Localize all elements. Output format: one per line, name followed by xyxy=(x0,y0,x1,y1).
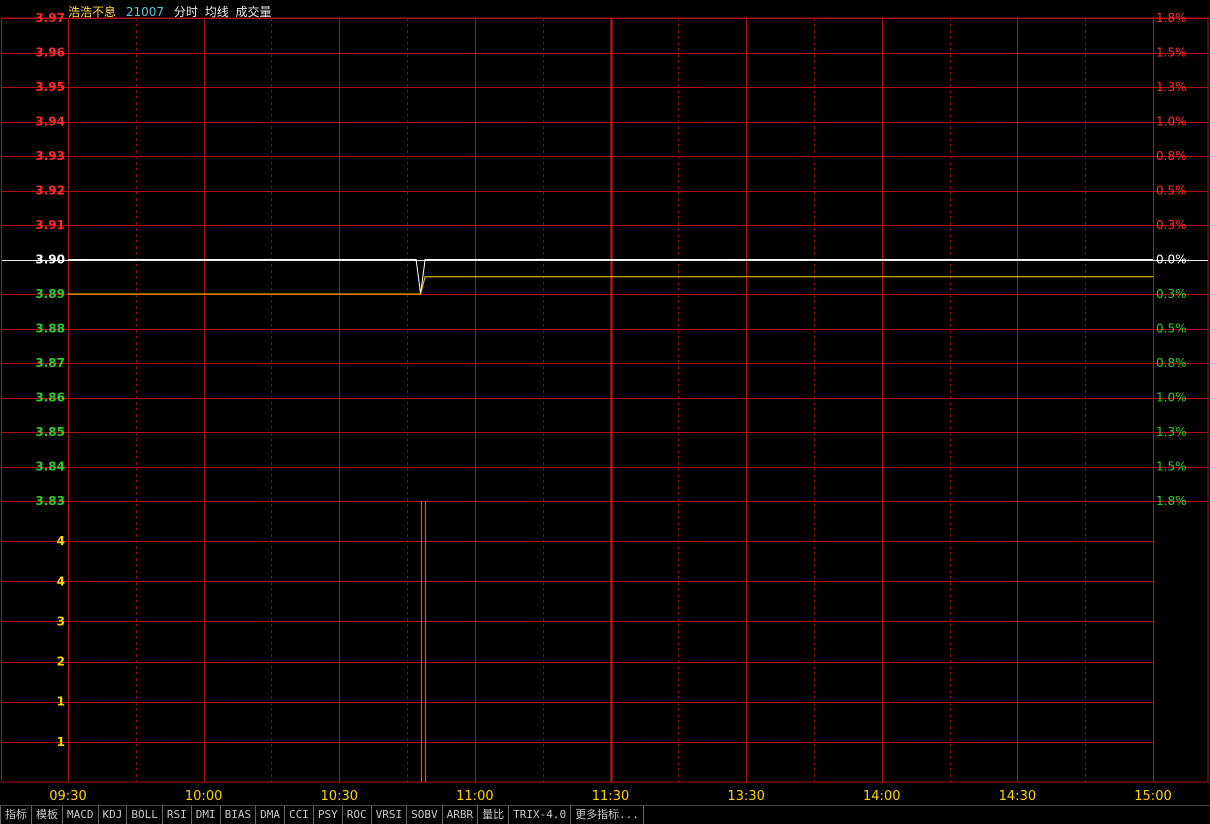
volume-tick-label: 4 xyxy=(57,574,65,588)
price-tick-label: 3.96 xyxy=(35,46,65,60)
pct-tick-label: 1.3% xyxy=(1156,80,1187,94)
pct-tick-label: 0.5% xyxy=(1156,322,1187,336)
tab-dma[interactable]: DMA xyxy=(256,806,285,824)
time-tick-label: 11:30 xyxy=(592,789,629,804)
price-tick-label: 3.84 xyxy=(35,460,65,474)
time-tick-label: 10:30 xyxy=(321,789,358,804)
price-tick-label: 3.91 xyxy=(35,218,65,232)
tab-macd[interactable]: MACD xyxy=(63,806,99,824)
price-tick-label: 3.83 xyxy=(35,494,65,508)
pct-tick-label: 0.3% xyxy=(1156,218,1187,232)
pct-tick-label: 1.0% xyxy=(1156,391,1187,405)
tab-arbr[interactable]: ARBR xyxy=(443,806,479,824)
volume-tick-label: 1 xyxy=(57,735,65,749)
tab-sobv[interactable]: SOBV xyxy=(407,806,443,824)
time-tick-label: 11:00 xyxy=(456,789,493,804)
volume-bars xyxy=(420,501,427,782)
pct-tick-label: 0.8% xyxy=(1156,149,1187,163)
indicator-volume: 成交量 xyxy=(235,5,272,19)
price-tick-label: 3.93 xyxy=(35,149,65,163)
indicator-intraday: 分时 xyxy=(173,5,198,19)
tab-kdj[interactable]: KDJ xyxy=(99,806,128,824)
pct-tick-label: 0.5% xyxy=(1156,184,1187,198)
tab-dmi[interactable]: DMI xyxy=(192,806,221,824)
time-tick-label: 09:30 xyxy=(49,789,86,804)
tab-indicators[interactable]: 指标 xyxy=(0,806,32,824)
pct-tick-label: 1.8% xyxy=(1156,11,1187,25)
indicator-avg-line: 均线 xyxy=(204,5,229,19)
tab-template[interactable]: 模板 xyxy=(32,806,63,824)
tab-trix[interactable]: TRIX-4.0 xyxy=(509,806,572,824)
stock-name: 浩浩不息 xyxy=(68,5,117,19)
tab-rsi[interactable]: RSI xyxy=(163,806,192,824)
time-tick-label: 13:30 xyxy=(727,789,764,804)
pct-tick-label: 1.5% xyxy=(1156,460,1187,474)
tab-bias[interactable]: BIAS xyxy=(221,806,257,824)
price-tick-label: 3.87 xyxy=(35,356,65,370)
chart-grid xyxy=(1,17,1209,783)
tab-cci[interactable]: CCI xyxy=(285,806,314,824)
pct-tick-label: 1.3% xyxy=(1156,425,1187,439)
price-tick-label: 3.90 xyxy=(35,253,65,267)
pct-tick-label: 0.8% xyxy=(1156,356,1187,370)
price-tick-label: 3.85 xyxy=(35,425,65,439)
pct-tick-label: 1.8% xyxy=(1156,494,1187,508)
volume-tick-label: 1 xyxy=(57,695,65,709)
volume-tick-label: 2 xyxy=(57,655,65,669)
pct-tick-label: 0.3% xyxy=(1156,287,1187,301)
tab-roc[interactable]: ROC xyxy=(343,806,372,824)
price-tick-label: 3.86 xyxy=(35,391,65,405)
volume-tick-label: 3 xyxy=(57,614,65,628)
indicator-tab-bar: 指标 模板 MACD KDJ BOLL RSI DMI BIAS DMA CCI… xyxy=(0,805,1210,824)
time-tick-label: 14:30 xyxy=(999,789,1036,804)
time-tick-label: 14:00 xyxy=(863,789,900,804)
time-tick-label: 15:00 xyxy=(1134,789,1171,804)
price-tick-label: 3.94 xyxy=(35,115,65,129)
tab-more-indicators[interactable]: 更多指标... xyxy=(571,806,644,824)
tab-boll[interactable]: BOLL xyxy=(127,806,163,824)
pct-tick-label: 0.0% xyxy=(1156,253,1187,267)
pct-tick-label: 1.5% xyxy=(1156,46,1187,60)
chart-header: 浩浩不息 21007 分时 均线 成交量 xyxy=(68,3,278,20)
price-tick-label: 3.89 xyxy=(35,287,65,301)
pct-tick-label: 1.0% xyxy=(1156,115,1187,129)
time-tick-label: 10:00 xyxy=(185,789,222,804)
price-tick-label: 3.95 xyxy=(35,80,65,94)
price-tick-label: 3.92 xyxy=(35,184,65,198)
price-tick-label: 3.97 xyxy=(35,11,65,25)
chart-frame xyxy=(1,17,1209,783)
price-tick-label: 3.88 xyxy=(35,322,65,336)
tab-vrsi[interactable]: VRSI xyxy=(372,806,408,824)
tab-volume-ratio[interactable]: 量比 xyxy=(478,806,510,824)
stock-code: 21007 xyxy=(125,5,165,19)
intraday-chart[interactable]: 3.97 3.96 3.95 3.94 3.93 3.92 3.91 3.90 3.89 3.88… xyxy=(0,0,1210,805)
tab-psy[interactable]: PSY xyxy=(314,806,343,824)
volume-tick-label: 4 xyxy=(57,534,65,548)
